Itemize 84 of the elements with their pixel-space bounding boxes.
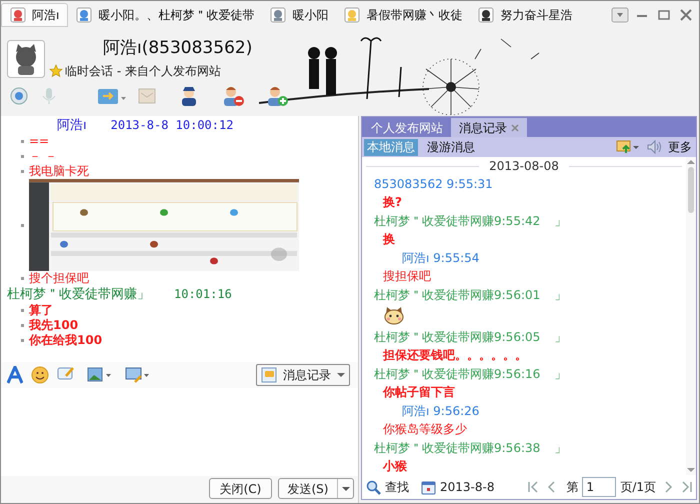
previous-page-icon[interactable] [546,481,556,493]
quote-mark: 」 [554,213,566,230]
contact-avatar-icon [344,6,360,22]
star-icon [49,64,63,78]
chat-message: 你在给我100 [29,333,102,348]
font-icon[interactable] [7,366,23,384]
contact-avatar-icon [478,6,494,22]
message-header: 杜柯梦＂收爱徒带网赚9:55:42 [374,213,540,230]
message-header: 杜柯梦＂收爱徒带网赚9:56:01 [374,287,540,304]
session-tab[interactable]: 暖小阳 [262,2,336,26]
contact-avatar-icon [10,6,26,22]
date-filter[interactable]: 2013-8-8 [440,478,494,496]
folder-transfer-icon[interactable] [97,86,127,106]
session-tab[interactable]: 暖小阳。、杜柯梦＂收爱徒带 [68,2,262,26]
avatar-icon[interactable] [7,40,45,78]
search-icon[interactable] [366,480,381,494]
message-header: 杜柯梦＂收爱徒带网赚9:56:38 [374,440,540,457]
caret-icon [342,486,350,492]
session-tab[interactable]: 努力奋斗星浩 [470,2,580,26]
chat-message: 搜个担保吧 [29,271,89,286]
message-history-button[interactable]: 消息记录 [256,364,350,386]
session-tab[interactable]: 暑假带网赚丶收徒 [336,2,470,26]
message-text: 换? [382,194,403,211]
date-divider: 2013-08-08 [489,158,559,175]
filter-tab[interactable]: 漫游消息 [424,138,478,156]
send-options-button[interactable] [337,479,353,498]
last-page-icon[interactable] [682,481,692,493]
message-header: 阿浩ı 9:55:54 [402,250,480,267]
first-page-icon[interactable] [528,481,538,493]
chat-message: 我电脑卡死 [29,164,89,179]
video-icon[interactable] [9,86,29,106]
add-contact-icon[interactable] [265,85,289,107]
quote-mark: 」 [554,440,566,457]
calendar-icon[interactable] [421,480,436,494]
search-link[interactable]: 查找 [385,478,409,496]
speaker-icon[interactable] [646,139,662,155]
screen-capture-icon[interactable] [125,366,151,384]
scroll-down-icon[interactable] [687,467,695,473]
image-icon[interactable] [87,366,113,384]
message-text: 换 [382,231,396,248]
chat-message: 算了 [29,303,53,318]
more-link[interactable]: 更多 [668,138,692,156]
message-time: 10:01:16 [174,286,232,303]
scroll-up-icon[interactable] [687,159,695,165]
message-text: 小猴 [382,458,408,475]
chat-message: == [29,134,50,149]
close-button[interactable]: 关闭(C) [209,478,272,499]
message-text: 担保还要钱吧。。。。。。 [382,347,528,364]
cat-face-icon [383,306,405,326]
page-count-label: 页/1页 [620,479,656,496]
message-header: 阿浩ı 9:56:26 [402,403,480,420]
message-text: 你猴岛等级多少 [382,421,468,438]
message-header: 杜柯梦＂收爱徒带网赚9:56:16 [374,366,540,383]
quote-mark: 」 [554,329,566,346]
message-header: 杜柯梦＂收爱徒带网赚9:56:05 [374,329,540,346]
page-number-field[interactable]: 1 [582,477,616,497]
panel-tab[interactable]: 个人发布网站 [363,118,451,137]
scrollbar[interactable] [686,157,696,475]
message-time: 2013-8-8 10:00:12 [110,117,234,134]
quote-mark: 」 [554,366,566,383]
panel-tab[interactable]: 消息记录 [451,118,527,137]
history-icon [261,367,277,383]
contact-avatar-icon [270,6,286,22]
sender-name: 阿浩ı [57,117,87,134]
next-page-icon[interactable] [664,481,674,493]
session-tab[interactable]: 阿浩ı [1,2,68,26]
caret-icon [337,372,345,378]
chat-message: 我先100 [29,318,78,333]
contact-avatar-icon [76,6,92,22]
export-icon[interactable] [616,139,640,155]
session-subtitle: 临时会话 - 来自个人发布网站 [65,63,221,80]
contact-name: 阿浩ı(853083562) [102,37,252,59]
scroll-thumb[interactable] [688,167,694,213]
dropdown-icon[interactable] [611,6,629,22]
smiley-icon[interactable] [31,366,49,384]
page-label: 第 [566,479,578,496]
remove-contact-icon[interactable] [221,85,245,107]
sender-name: 杜柯梦＂收爱徒带网赚」 [7,286,150,303]
message-header: 853083562 9:55:31 [374,176,493,193]
quote-mark: 」 [554,287,566,304]
message-text: 搜担保吧 [382,268,432,285]
message-text: 你帖子留下言 [382,384,456,401]
close-icon[interactable] [511,124,519,132]
chat-message: － － [29,149,57,164]
